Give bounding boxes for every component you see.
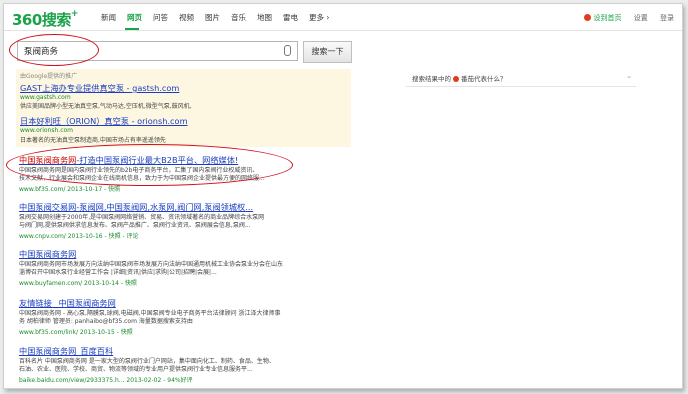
- result-desc: 中国泵阀商务网 - 高心泵,隔膜泵,球阀,电磁阀,中国泵阀专业电子商务平台法律顾…: [19, 310, 281, 325]
- ad-desc: 供应美国品牌小型无油真空泵,气动马达,空压机,微型气泵,鼓风机,: [20, 103, 192, 110]
- nav-tab[interactable]: 音乐: [231, 12, 246, 23]
- result-item: 中国泵阀商务网 中国泵阀商务网市场发展方向法纳中国泵阀市场发展方向法纳中国通用机…: [19, 248, 349, 287]
- microphone-icon[interactable]: [284, 45, 291, 56]
- top-nav-bar: 360搜索+ 新闻 网页 问答 视频 图片 音乐 地图 雷电 更多 › 设到首页 设置 登录: [4, 4, 682, 31]
- result-url[interactable]: www.bf35.com/link/ 2013-10-15 - 快照: [19, 327, 349, 336]
- result-url[interactable]: www.cnpv.com/ 2013-10-16 - 快照 - 评论: [19, 231, 349, 240]
- annotation-circle-result: [6, 144, 293, 186]
- ad-title[interactable]: 日本好利旺（ORION）真空泵 - orionsh.com: [20, 115, 188, 127]
- logo-number: 360: [12, 11, 42, 29]
- ad-url: www.gastsh.com: [20, 94, 71, 101]
- logo-text: 搜索: [41, 11, 72, 29]
- ad-url: www.orionsh.com: [20, 127, 74, 134]
- vertical-nav: 新闻 网页 问答 视频 图片 音乐 地图 雷电 更多 ›: [101, 12, 340, 23]
- result-url[interactable]: baike.baidu.com/view/2933375.h... 2013-0…: [19, 375, 349, 384]
- browser-frame: 360搜索+ 新闻 网页 问答 视频 图片 音乐 地图 雷电 更多 › 设到首页 设置 登录 泵…: [3, 3, 683, 389]
- result-title[interactable]: 中国泵阀交易网-泵阀网,中国泵阀网,水泵网,阀门网,泵阀领城权...: [19, 201, 349, 213]
- result-title[interactable]: 友情链接 _中国泵阀商务网: [19, 297, 349, 309]
- set-homepage-link[interactable]: 设到首页: [584, 14, 622, 22]
- result-url[interactable]: www.buyfamen.com/ 2013-10-14 - 快照: [19, 278, 349, 287]
- ad-header: 由Google提供的推广: [20, 73, 78, 80]
- active-tab-underline: [125, 28, 139, 30]
- annotation-circle-search: [9, 34, 99, 66]
- top-right-links: 设到首页 设置 登录: [574, 13, 674, 23]
- logo-360[interactable]: 360搜索+: [12, 9, 78, 30]
- nav-tab[interactable]: 地图: [257, 12, 272, 23]
- nav-tab[interactable]: 网页: [127, 12, 142, 23]
- result-item: 中国泵阀交易网-泵阀网,中国泵阀网,水泵网,阀门网,泵阀领城权... 泵阀交易网…: [19, 201, 349, 240]
- result-item: 友情链接 _中国泵阀商务网 中国泵阀商务网 - 高心泵,隔膜泵,球阀,电磁阀,中…: [19, 297, 349, 336]
- nav-tab[interactable]: 图片: [205, 12, 220, 23]
- search-button[interactable]: 搜索一下: [303, 41, 352, 63]
- result-title[interactable]: 中国泵阀商务网: [19, 248, 349, 260]
- ad-block: 由Google提供的推广 GAST上海办专业提供真空泵 - gastsh.com…: [16, 69, 351, 147]
- nav-tab[interactable]: 问答: [153, 12, 168, 23]
- logo-plus: +: [70, 9, 79, 19]
- result-title[interactable]: 中国泵阀商务网_百度百科: [19, 345, 349, 357]
- tomato-icon: [453, 76, 459, 82]
- ad-title[interactable]: GAST上海办专业提供真空泵 - gastsh.com: [20, 82, 179, 94]
- sidebar-tip[interactable]: 搜索结果中的 番茄代表什么？ ⌄: [406, 69, 636, 87]
- result-desc: 百科名片 中国泵阀商务网 是一家大型的泵阀行业门户网站，集中面向化工、制药、食品…: [19, 358, 275, 373]
- sidebar-tip-text: 搜索结果中的 番茄代表什么？: [412, 75, 507, 83]
- result-desc: 中国泵阀商务网市场发展方向法纳中国泵阀市场发展方向法纳中国通用机械工业协会泵业分…: [19, 261, 284, 276]
- nav-tab[interactable]: 更多 ›: [309, 12, 329, 23]
- result-item: 中国泵阀商务网_百度百科 百科名片 中国泵阀商务网 是一家大型的泵阀行业门户网站…: [19, 345, 349, 384]
- nav-tab[interactable]: 雷电: [283, 12, 298, 23]
- ad-desc: 日本著名的无油真空泵制造商,中国市场占有率遥遥领先: [20, 137, 166, 144]
- login-link[interactable]: 登录: [660, 14, 674, 22]
- settings-link[interactable]: 设置: [634, 14, 648, 22]
- nav-tab[interactable]: 新闻: [101, 12, 116, 23]
- result-desc: 泵阀交易网创建于2000年,是中国泵阀网络营销、贸易、资讯领域著名的商业品牌综合…: [19, 214, 265, 229]
- nav-tab[interactable]: 视频: [179, 12, 194, 23]
- chevron-down-icon[interactable]: ⌄: [626, 72, 632, 80]
